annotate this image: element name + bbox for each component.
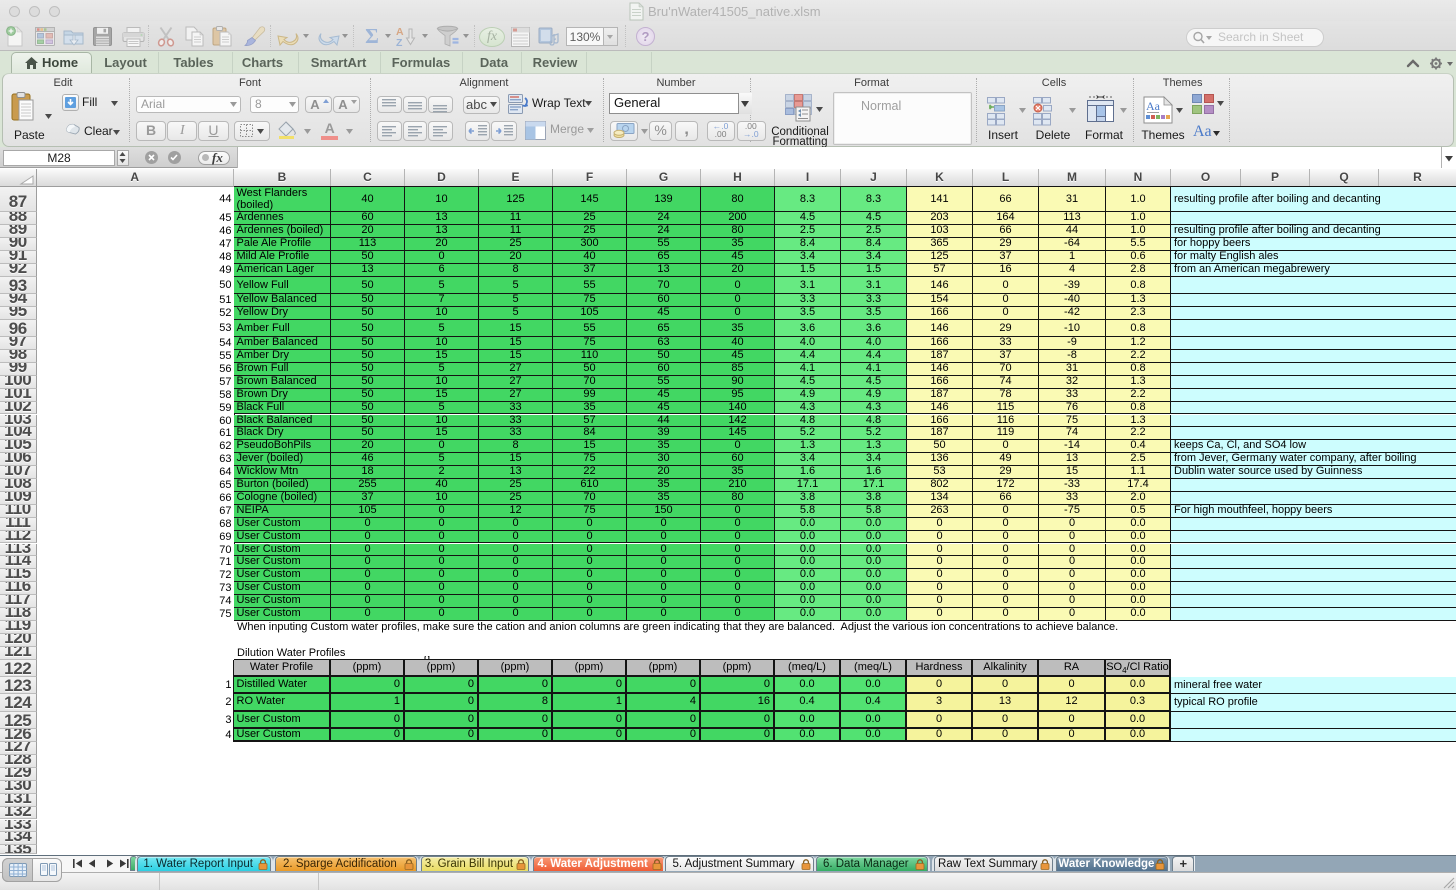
svg-text:Aa: Aa: [1146, 99, 1161, 113]
